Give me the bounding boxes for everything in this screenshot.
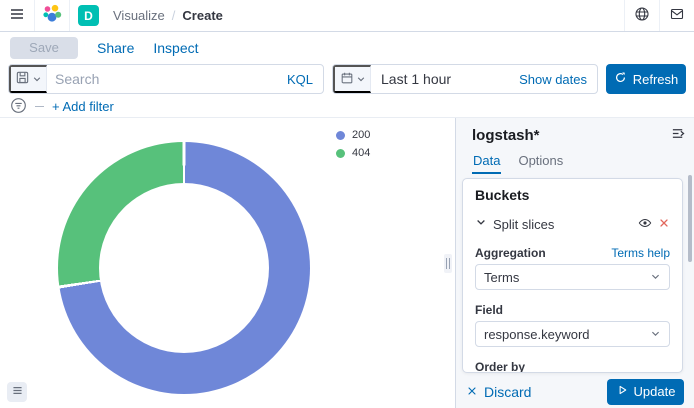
close-icon: [658, 217, 670, 232]
space-badge[interactable]: D: [78, 5, 99, 26]
panel-resize-handle[interactable]: [444, 254, 452, 273]
cross-icon: [466, 384, 478, 400]
legend-label: 200: [352, 129, 370, 141]
collapse-right-icon: [671, 126, 686, 144]
play-icon: [616, 384, 628, 399]
donut-chart[interactable]: [58, 142, 310, 394]
donut-hole: [99, 183, 269, 353]
chevron-down-icon: [650, 270, 661, 285]
globe-icon: [634, 6, 650, 25]
share-button[interactable]: Share: [97, 40, 134, 56]
index-pattern-title: logstash*: [472, 127, 540, 144]
legend-swatch: [336, 149, 345, 158]
date-quick-menu-button[interactable]: [333, 65, 371, 93]
chevron-down-icon: [650, 327, 661, 342]
chevron-down-icon: [32, 72, 42, 87]
editor-footer: Discard Update: [456, 375, 694, 408]
field-group: Field response.keyword: [475, 303, 670, 347]
newsfeed-button[interactable]: [660, 0, 694, 31]
header-divider: [69, 0, 70, 31]
field-value: response.keyword: [484, 327, 590, 342]
split-slices-label: Split slices: [493, 217, 632, 232]
menu-button[interactable]: [0, 0, 34, 31]
tab-data[interactable]: Data: [472, 153, 501, 174]
aggregation-value: Terms: [484, 270, 519, 285]
order-by-group: Order by Metric: Count: [475, 360, 670, 373]
elastic-home-button[interactable]: [35, 0, 69, 31]
buckets-title: Buckets: [475, 187, 670, 203]
filter-options-button[interactable]: [10, 97, 27, 117]
refresh-icon: [614, 71, 627, 87]
breadcrumb: Visualize / Create: [113, 8, 223, 23]
tab-options[interactable]: Options: [517, 153, 564, 174]
discard-button[interactable]: Discard: [466, 384, 531, 400]
refresh-label: Refresh: [633, 72, 679, 87]
order-by-label: Order by: [475, 360, 525, 373]
breadcrumb-create: Create: [182, 8, 222, 23]
list-icon: [11, 384, 24, 400]
field-select[interactable]: response.keyword: [475, 321, 670, 347]
content: 200 404 logstash*: [0, 118, 694, 408]
legend-item[interactable]: 200: [336, 129, 370, 141]
header: D Visualize / Create: [0, 0, 694, 32]
mail-icon: [669, 6, 685, 25]
saved-query-menu-button[interactable]: [9, 65, 47, 93]
calendar-icon: [340, 71, 354, 88]
chart-area: 200 404: [0, 118, 455, 408]
eye-icon: [638, 216, 652, 233]
aggregation-group: Aggregation Terms help Terms: [475, 246, 670, 290]
split-slices-row[interactable]: Split slices: [475, 215, 670, 233]
time-range-value[interactable]: Last 1 hour: [371, 65, 509, 93]
refresh-button[interactable]: Refresh: [606, 64, 686, 94]
editor-tabs: Data Options: [472, 153, 564, 174]
filter-dash: [35, 106, 44, 107]
update-label: Update: [634, 384, 676, 399]
aggregation-label: Aggregation: [475, 246, 546, 260]
hamburger-icon: [9, 6, 25, 25]
breadcrumb-separator: /: [172, 8, 176, 23]
chevron-down-icon[interactable]: [475, 215, 487, 233]
breadcrumb-visualize[interactable]: Visualize: [113, 8, 165, 23]
field-label: Field: [475, 303, 503, 317]
discard-label: Discard: [484, 384, 531, 400]
scrollbar[interactable]: [688, 175, 692, 262]
kql-button[interactable]: KQL: [277, 65, 323, 93]
aggregation-select[interactable]: Terms: [475, 264, 670, 290]
date-picker: Last 1 hour Show dates: [332, 64, 598, 94]
query-bar: KQL Last 1 hour Show dates: [8, 64, 686, 94]
toolbar: Save Share Inspect: [0, 32, 694, 63]
help-menu-button[interactable]: [625, 0, 659, 31]
save-button[interactable]: Save: [10, 37, 78, 59]
elastic-logo-icon: [42, 4, 62, 27]
update-button[interactable]: Update: [607, 379, 684, 405]
chart-legend: 200 404: [336, 129, 370, 159]
terms-help-link[interactable]: Terms help: [611, 246, 670, 260]
kibana-visualize-page: D Visualize / Create: [0, 0, 694, 408]
remove-bucket-button[interactable]: [658, 217, 670, 232]
add-filter-button[interactable]: + Add filter: [52, 99, 114, 114]
filter-bar: + Add filter: [10, 97, 114, 116]
legend-swatch: [336, 131, 345, 140]
search-input[interactable]: [47, 65, 277, 93]
legend-item[interactable]: 404: [336, 147, 370, 159]
filter-icon: [10, 97, 27, 117]
show-dates-button[interactable]: Show dates: [509, 65, 597, 93]
chevron-down-icon: [356, 72, 366, 87]
visualization-editor-panel: logstash* Data Options Buckets: [455, 118, 694, 408]
save-icon: [15, 70, 30, 88]
toggle-visibility-button[interactable]: [638, 216, 652, 233]
search-box: KQL: [8, 64, 324, 94]
collapse-panel-button[interactable]: [671, 126, 686, 144]
inspect-button[interactable]: Inspect: [153, 40, 198, 56]
legend-label: 404: [352, 147, 370, 159]
buckets-card: Buckets Split slices: [462, 178, 683, 373]
legend-toggle-button[interactable]: [7, 382, 27, 402]
